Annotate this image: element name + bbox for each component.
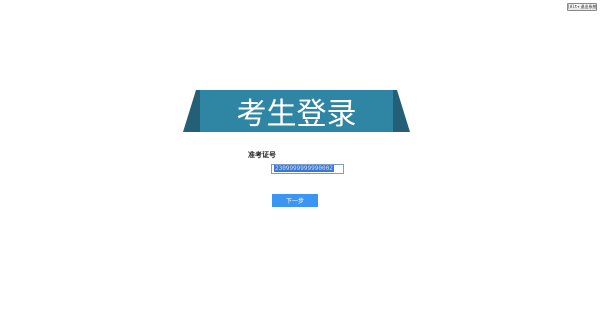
next-step-button[interactable]: 下一步 xyxy=(272,194,318,207)
admission-number-label: 准考证号 xyxy=(248,151,276,159)
login-banner: 考生登录 xyxy=(183,90,410,134)
exit-shortcut-label: [Alt+ xyxy=(567,4,580,9)
login-page: [Alt+ 退出系统 考生登录 准考证号 2309999999990002 下一… xyxy=(0,0,600,324)
exit-system-button[interactable]: [Alt+ 退出系统 xyxy=(567,3,597,11)
exit-label: 退出系统 xyxy=(580,4,597,9)
admission-number-input[interactable]: 2309999999990002 xyxy=(271,164,344,174)
page-title: 考生登录 xyxy=(236,97,357,132)
admission-number-value: 2309999999990002 xyxy=(274,165,334,172)
